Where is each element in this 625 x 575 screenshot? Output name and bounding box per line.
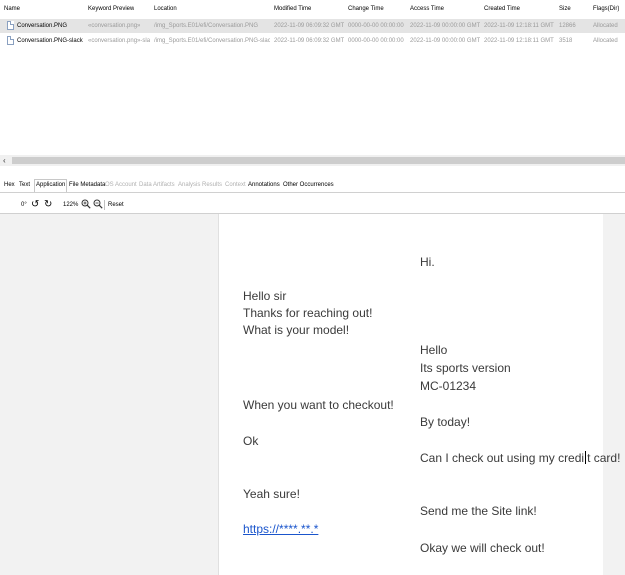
column-header-name[interactable]: Name (4, 2, 20, 16)
column-header-flags[interactable]: Flags(Dir) (593, 2, 619, 16)
chat-message-left: Thanks for reaching out! (243, 306, 373, 320)
cell-access-time: 2022-11-09 00:00:00 GMT (410, 23, 481, 29)
file-icon (7, 36, 14, 45)
image-viewer-toolbar: 0° ↺ ↻ 122% Reset (0, 197, 625, 214)
chat-message-left: When you want to checkout! (243, 398, 394, 412)
cell-flags: Allocated (593, 23, 618, 29)
file-icon (7, 21, 14, 30)
column-header-access-time[interactable]: Access Time (410, 2, 444, 16)
chat-text-part: t card! (587, 451, 621, 465)
column-header-keyword-preview[interactable]: Keyword Preview (88, 2, 134, 16)
tab-analysis-results[interactable]: Analysis Results (177, 180, 223, 191)
table-row[interactable]: Conversation.PNG «conversation.png» /img… (0, 19, 625, 33)
cell-modified-time: 2022-11-09 06:09:32 GMT (274, 23, 345, 29)
chat-message-right: Hi. (420, 255, 435, 269)
chat-text-part: Can I check out using my credi (420, 451, 585, 465)
column-header-modified-time[interactable]: Modified Time (274, 2, 311, 16)
chat-message-right: Okay we will check out! (420, 541, 545, 555)
cell-keyword-preview: «conversation.png»-slac (88, 38, 150, 44)
rotation-value: 0° (21, 202, 27, 208)
tab-data-artifacts[interactable]: Data Artifacts (138, 180, 176, 191)
tab-application[interactable]: Application (34, 179, 68, 192)
cell-change-time: 0000-00-00 00:00:00 (348, 23, 404, 29)
cell-name: Conversation.PNG (17, 23, 68, 29)
scrollbar-thumb[interactable] (12, 157, 625, 164)
zoom-level: 122% (63, 202, 79, 208)
tab-text[interactable]: Text (18, 180, 31, 191)
cell-size: 3518 (559, 38, 573, 44)
tab-os-account[interactable]: OS Account (104, 180, 138, 191)
table-row[interactable]: Conversation.PNG-slack «conversation.png… (0, 34, 625, 48)
tab-context[interactable]: Context (224, 180, 247, 191)
chat-message-right: MC-01234 (420, 379, 477, 393)
column-header-created-time[interactable]: Created Time (484, 2, 520, 16)
rotate-left-icon[interactable]: ↺ (31, 199, 39, 211)
cell-location: /img_Sports.E01/efi/Conversation.PNG (154, 23, 259, 29)
chat-message-right: By today! (420, 415, 471, 429)
chat-message-right: Can I check out using my credi t card! (420, 450, 620, 466)
cell-change-time: 0000-00-00 00:00:00 (348, 38, 404, 44)
toolbar-divider (104, 200, 105, 210)
reset-button[interactable]: Reset (108, 199, 124, 211)
column-header-change-time[interactable]: Change Time (348, 2, 384, 16)
cell-access-time: 2022-11-09 00:00:00 GMT (410, 38, 481, 44)
scroll-left-icon[interactable]: ‹ (3, 155, 6, 166)
tab-other-occurrences[interactable]: Other Occurrences (282, 180, 335, 191)
chat-message-link: https://****.**.* (243, 522, 319, 536)
chat-message-left: Ok (243, 434, 259, 448)
cell-created-time: 2022-11-09 12:18:11 GMT (484, 23, 554, 29)
image-viewer-background-left (0, 214, 219, 575)
chat-message-left: What is your model! (243, 323, 350, 337)
column-header-location[interactable]: Location (154, 2, 177, 16)
rotate-right-icon[interactable]: ↻ (44, 199, 52, 211)
chat-message-left: Hello sir (243, 289, 287, 303)
chat-message-right: Its sports version (420, 361, 511, 375)
cell-size: 12866 (559, 23, 576, 29)
text-cursor (585, 451, 587, 464)
chat-message-right: Hello (420, 343, 448, 357)
content-viewer-tabs: Hex Text Application File Metadata OS Ac… (0, 178, 625, 193)
cell-created-time: 2022-11-09 12:18:11 GMT (484, 38, 554, 44)
tab-annotations[interactable]: Annotations (247, 180, 281, 191)
cell-modified-time: 2022-11-09 06:09:32 GMT (274, 38, 345, 44)
cell-location: /img_Sports.E01/efi/Conversation.PNG-sla… (154, 38, 270, 44)
cell-keyword-preview: «conversation.png» (88, 23, 141, 29)
cell-flags: Allocated (593, 38, 618, 44)
cell-name: Conversation.PNG-slack (17, 38, 83, 44)
column-header-size[interactable]: Size (559, 2, 571, 16)
tab-file-metadata[interactable]: File Metadata (68, 180, 106, 191)
zoom-in-icon[interactable] (81, 199, 91, 211)
table-header: Name Keyword Preview Location Modified T… (0, 2, 625, 16)
conversation-image: Hello sir Thanks for reaching out! What … (219, 214, 620, 575)
chat-message-right: Send me the Site link! (420, 504, 537, 518)
chat-message-left: Yeah sure! (243, 487, 300, 501)
tab-hex[interactable]: Hex (3, 180, 16, 191)
horizontal-scrollbar[interactable]: ‹ (0, 155, 625, 166)
image-viewer-background-right (603, 214, 625, 575)
zoom-out-icon[interactable] (93, 199, 103, 211)
